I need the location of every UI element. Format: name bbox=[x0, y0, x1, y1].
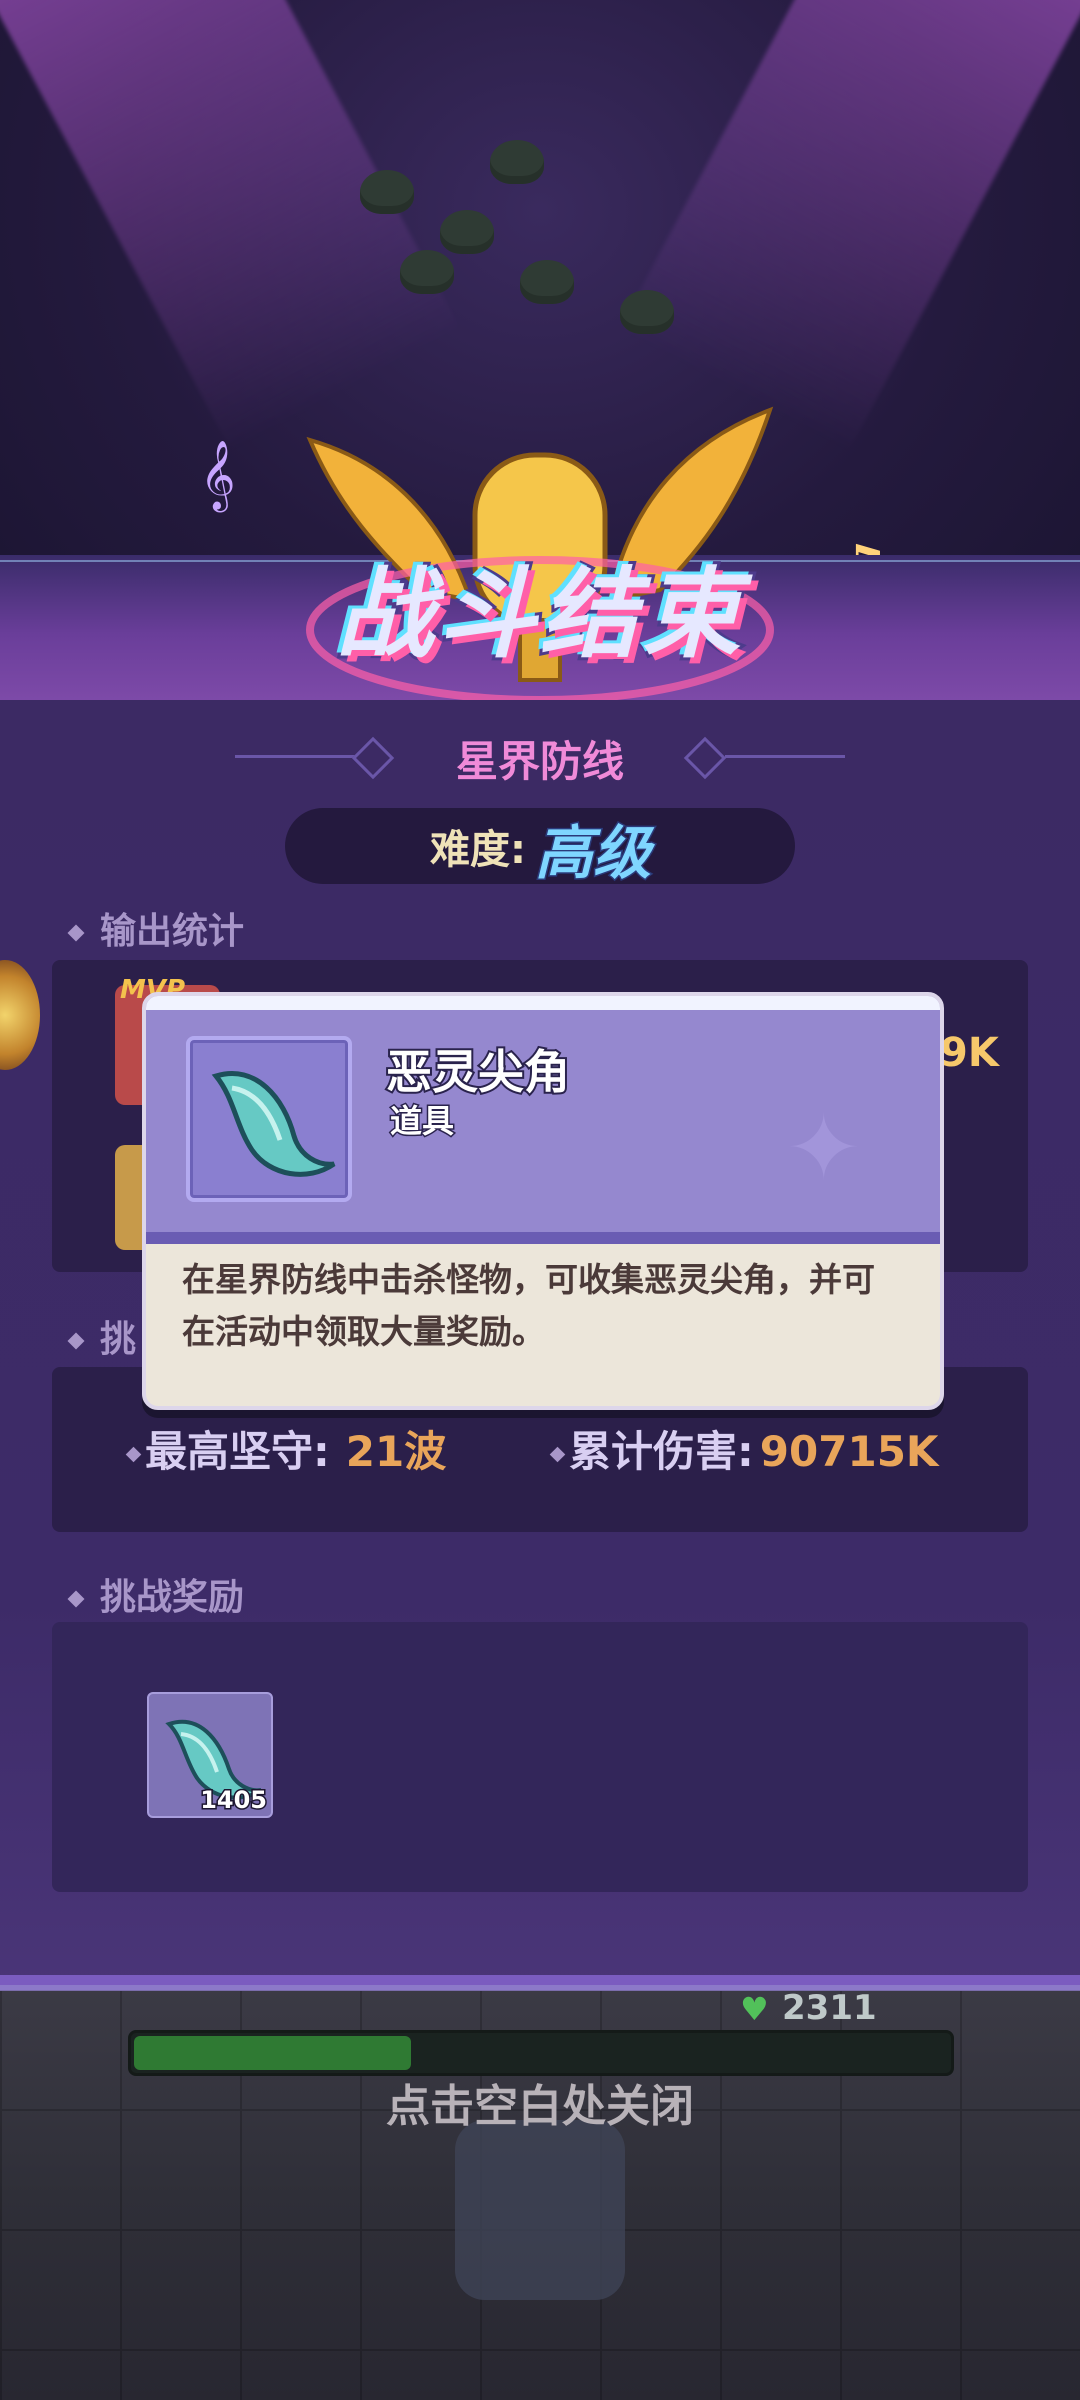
challenge-stats-title: 挑 bbox=[67, 1310, 136, 1362]
crowd-figure bbox=[520, 260, 574, 304]
spotlight-left bbox=[0, 0, 463, 455]
panel-border bbox=[0, 1975, 1080, 1985]
crowd-figure bbox=[490, 140, 544, 184]
rewards-title: 挑战奖励 bbox=[67, 1568, 244, 1620]
player-hero bbox=[455, 2120, 625, 2300]
crowd-figure bbox=[400, 250, 454, 294]
tooltip-item-type: 道具 bbox=[388, 1101, 455, 1142]
music-note-icon: 𝄞 bbox=[200, 440, 236, 510]
difficulty-label: 难度: bbox=[430, 827, 526, 873]
reward-count: 1405 bbox=[199, 1785, 269, 1816]
heart-icon: ♥ bbox=[740, 1990, 769, 2028]
hp-value: 2311 bbox=[782, 1988, 877, 2028]
close-hint[interactable]: 点击空白处关闭 bbox=[0, 2070, 1080, 2134]
crowd-figure bbox=[360, 170, 414, 214]
damage-value: 9K bbox=[940, 1030, 999, 1076]
crowd-figure bbox=[620, 290, 674, 334]
spotlight-right bbox=[617, 0, 1080, 455]
max-hold-stat: 最高坚守: 21波 bbox=[125, 1418, 446, 1479]
battle-end-title: 战斗结束 bbox=[333, 555, 744, 675]
tooltip-item-name: 恶灵尖角 bbox=[384, 1043, 572, 1101]
stage-name: 星界防线 bbox=[455, 737, 624, 786]
item-tooltip: ✦ 恶灵尖角 道具 在星界防线中击杀怪物，可收集恶灵尖角，并可在活动中领取大量奖… bbox=[142, 992, 944, 1410]
tooltip-description: 在星界防线中击杀怪物，可收集恶灵尖角，并可在活动中领取大量奖励。 bbox=[182, 1260, 875, 1351]
difficulty-value: 高级 bbox=[533, 818, 652, 889]
reward-item-slot[interactable]: 1405 bbox=[147, 1692, 273, 1818]
hp-bar-fill bbox=[134, 2036, 411, 2070]
total-damage-stat: 累计伤害: 90715K bbox=[549, 1418, 938, 1479]
crowd-figure bbox=[440, 210, 494, 254]
victory-stage-background: 𝄞 ♫ 战斗结束 bbox=[0, 0, 1080, 700]
tooltip-header: ✦ 恶灵尖角 道具 bbox=[146, 996, 940, 1244]
sparkle-icon: ✦ bbox=[786, 1096, 862, 1201]
tooltip-item-frame bbox=[186, 1036, 352, 1202]
output-stats-title: 输出统计 bbox=[67, 902, 244, 954]
spirit-horn-icon bbox=[211, 1071, 336, 1177]
